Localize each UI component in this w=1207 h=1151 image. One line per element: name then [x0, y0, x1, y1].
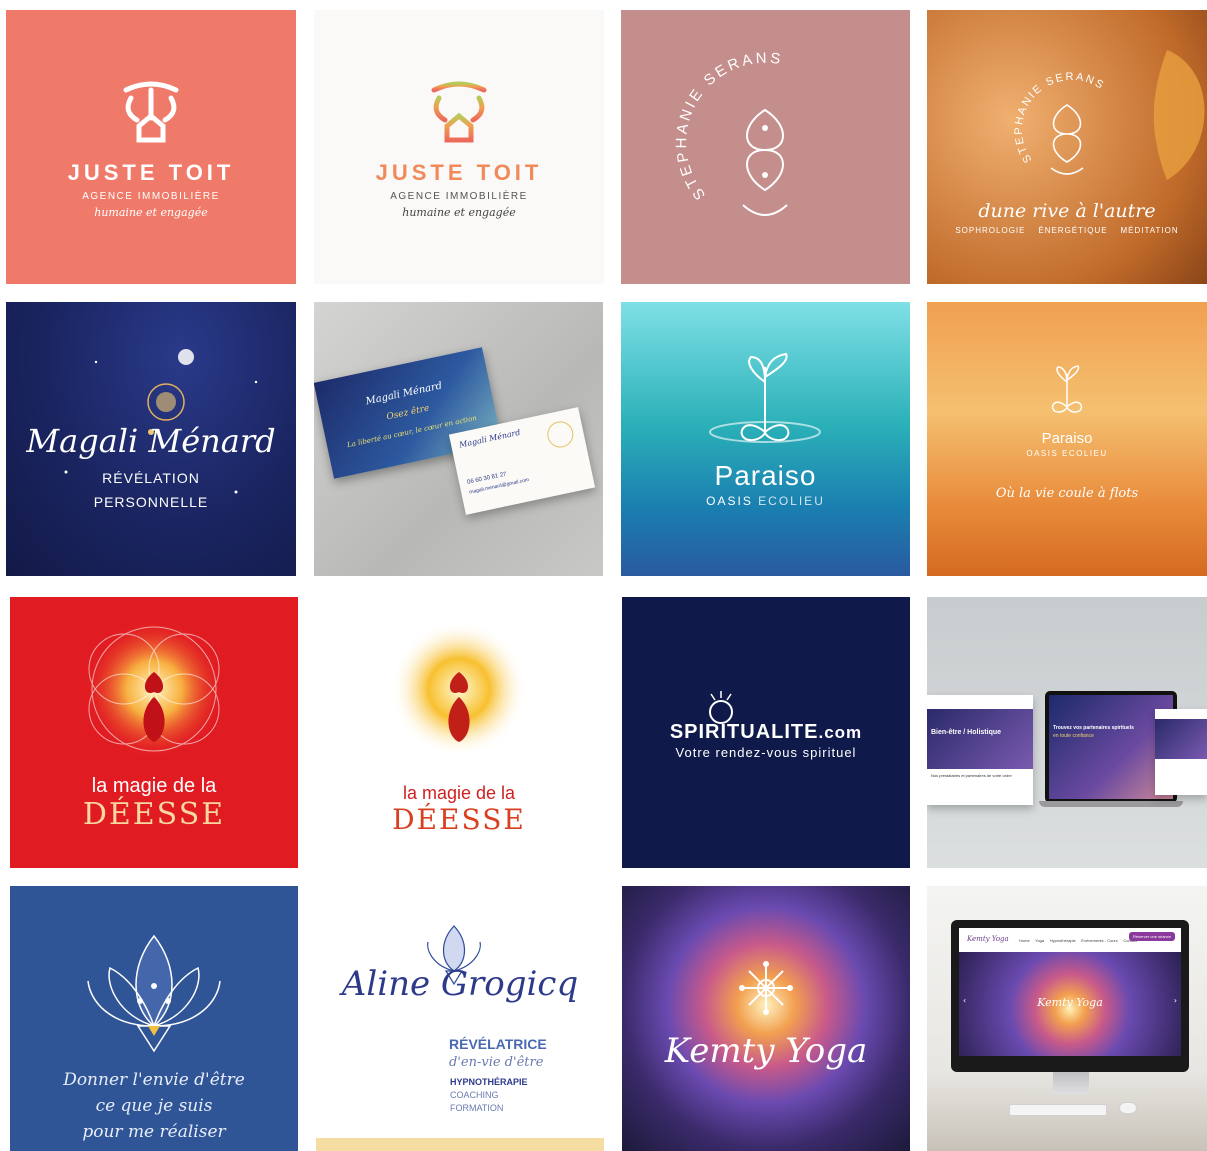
card-name: Magali Ménard [458, 427, 522, 450]
brand-name: JUSTE TOIT [375, 160, 543, 185]
portfolio-tile-spiritualite[interactable]: SPIRITUALITE.com Votre rendez-vous spiri… [622, 597, 910, 868]
house-logo-icon [431, 81, 487, 143]
service-item: HYPNOTHÉRAPIE [450, 1077, 528, 1087]
mandala-icon [739, 961, 793, 1015]
infinity-logo-icon: STEPHANIE SERANS [1013, 50, 1205, 180]
services-list: SOPHROLOGIE ÉNERGÉTIQUE MÉDITATION [927, 226, 1207, 235]
screen-right [1155, 709, 1207, 795]
chevron-left-icon[interactable]: ‹ [963, 996, 966, 1005]
imac-screen: Kemty Yoga Home Yoga Hypnothérapie Événe… [959, 928, 1181, 1056]
hero-brand-name: Kemty Yoga [1037, 996, 1103, 1009]
brand-name: Paraiso [1041, 430, 1093, 447]
screen-left-hero [927, 709, 1033, 769]
left-heading: Bien-être / Holistique [931, 729, 1002, 736]
site-logo: Kemty Yoga [967, 935, 1009, 943]
brand-subtitle: AGENCE IMMOBILIÈRE [390, 191, 528, 202]
center-heading: Trouvez vos partenaires spirituels [1053, 725, 1134, 731]
portfolio-tile-magie-deesse-white[interactable]: la magie de la DÉESSE [314, 597, 604, 868]
keyboard [1009, 1104, 1107, 1116]
brand-name-main: SPIRITUALITE [669, 721, 819, 743]
imac-stand [1053, 1072, 1089, 1094]
service-item: COACHING [450, 1090, 499, 1100]
nav-item[interactable]: Hypnothérapie [1050, 938, 1076, 943]
sun-icon [544, 419, 576, 450]
brand-tagline: Votre rendez-vous spirituel [675, 745, 857, 760]
brand-name: Magali Ménard [26, 422, 276, 460]
tagline-line2: ce que je suis [95, 1096, 213, 1116]
leaf-icon [1153, 50, 1205, 180]
portfolio-tile-magali-menard[interactable]: Magali Ménard RÉVÉLATION PERSONNELLE [6, 302, 296, 576]
imac-frame: Kemty Yoga Home Yoga Hypnothérapie Événe… [951, 920, 1189, 1072]
subtitle-word: ECOLIEU [758, 494, 825, 508]
portfolio-tile-paraiso-sunset[interactable]: Paraiso OASIS ECOLIEU Où la vie coule à … [927, 302, 1207, 576]
subtitle-word: OASIS [706, 494, 753, 508]
lotus-sprout-icon [709, 352, 821, 443]
brand-line1: la magie de la [91, 775, 217, 797]
portfolio-tile-stephanie-serans-autumn[interactable]: STEPHANIE SERANS dune rive à l'autre SOP… [927, 10, 1207, 284]
svg-text:STEPHANIE SERANS: STEPHANIE SERANS [673, 50, 784, 203]
mouse [1119, 1102, 1137, 1114]
cta-button[interactable]: Réserver une séance [1128, 932, 1175, 941]
nav-item[interactable]: Événements - Cours [1081, 938, 1117, 943]
brand-subtitle: OASIS ECOLIEU [621, 494, 910, 508]
nav-item[interactable]: Yoga [1035, 938, 1044, 943]
screen-left: Bien-être / Holistique Nos prestataires … [927, 695, 1033, 805]
portfolio-tile-paraiso-turquoise[interactable]: Paraiso OASIS ECOLIEU [621, 302, 910, 576]
brand-subtitle-line1: RÉVÉLATION [102, 470, 200, 486]
site-hero: Kemty Yoga ‹ › [959, 952, 1181, 1056]
portfolio-tile-aline-grogicq[interactable]: Aline Grogicq RÉVÉLATRICE d'en-vie d'êtr… [316, 886, 604, 1151]
portfolio-tile-imac-mockup[interactable]: Kemty Yoga Home Yoga Hypnothérapie Événe… [927, 886, 1207, 1151]
infinity-logo-icon: STEPHANIE SERANS [673, 50, 788, 216]
tagline: dune rive à l'autre [978, 200, 1156, 222]
brand-line2: DÉESSE [82, 797, 226, 832]
subtitle: d'en-vie d'être [449, 1055, 544, 1070]
tagline-line1: Donner l'envie d'être [63, 1070, 245, 1090]
brand-name-tld: .com [818, 723, 863, 742]
service-item: SOPHROLOGIE [955, 226, 1026, 235]
title: RÉVÉLATRICE [449, 1036, 547, 1052]
laptop-base [1039, 801, 1183, 807]
portfolio-tile-stephanie-serans-pink[interactable]: STEPHANIE SERANS [621, 10, 910, 284]
brand-subtitle-line2: PERSONNELLE [93, 494, 209, 510]
bottom-text: Nos prestataires et partenaires de votre… [931, 773, 1012, 778]
portfolio-tile-business-cards[interactable]: Magali Ménard Osez être La liberté au cœ… [314, 302, 603, 576]
portfolio-tile-juste-toit-coral[interactable]: JUSTE TOIT AGENCE IMMOBILIÈRE humaine et… [6, 10, 296, 284]
brand-line1: la magie de la [402, 783, 516, 803]
portfolio-tile-website-mockup[interactable]: Bien-être / Holistique Nos prestataires … [927, 597, 1207, 868]
center-subheading: en toute confiance [1053, 733, 1094, 739]
site-nav: Home Yoga Hypnothérapie Événements - Cou… [1019, 938, 1137, 943]
brand-name: JUSTE TOIT [67, 160, 235, 185]
site-header: Kemty Yoga Home Yoga Hypnothérapie Événe… [959, 928, 1181, 952]
portfolio-tile-donner-envie[interactable]: Donner l'envie d'être ce que je suis pou… [10, 886, 298, 1151]
brand-name: SPIRITUALITE.com [622, 721, 910, 744]
portfolio-tile-magie-deesse-red[interactable]: la magie de la DÉESSE [10, 597, 298, 868]
service-item: FORMATION [450, 1103, 504, 1113]
subtitle-word: OASIS [1026, 449, 1059, 458]
arc-brand-name: STEPHANIE SERANS [1013, 71, 1105, 165]
portfolio-tile-kemty-yoga[interactable]: Kemty Yoga [622, 886, 910, 1151]
brand-name: Aline Grogicq [341, 964, 579, 1004]
brand-subtitle: AGENCE IMMOBILIÈRE [82, 191, 220, 202]
service-item: ÉNERGÉTIQUE [1038, 226, 1108, 235]
chevron-right-icon[interactable]: › [1174, 996, 1177, 1005]
house-logo-icon [123, 81, 179, 143]
brand-line2: DÉESSE [392, 803, 526, 836]
tagline-line3: pour me réaliser [82, 1122, 226, 1142]
bottom-band [316, 1138, 604, 1151]
brand-name: Paraiso [714, 460, 817, 491]
portfolio-tile-juste-toit-white[interactable]: JUSTE TOIT AGENCE IMMOBILIÈRE humaine et… [314, 10, 604, 284]
nav-item[interactable]: Home [1019, 938, 1030, 943]
brand-subtitle: OASIS ECOLIEU [927, 449, 1207, 458]
brand-tagline: humaine et engagée [94, 206, 208, 219]
svg-text:STEPHANIE SERANS: STEPHANIE SERANS [1013, 71, 1107, 165]
service-item: MÉDITATION [1120, 226, 1179, 235]
subtitle-word: ECOLIEU [1062, 449, 1108, 458]
brand-name: Kemty Yoga [664, 1031, 868, 1071]
arc-brand-name: STEPHANIE SERANS [673, 50, 781, 203]
tagline: Où la vie coule à flots [995, 486, 1139, 501]
brand-tagline: humaine et engagée [402, 206, 516, 219]
